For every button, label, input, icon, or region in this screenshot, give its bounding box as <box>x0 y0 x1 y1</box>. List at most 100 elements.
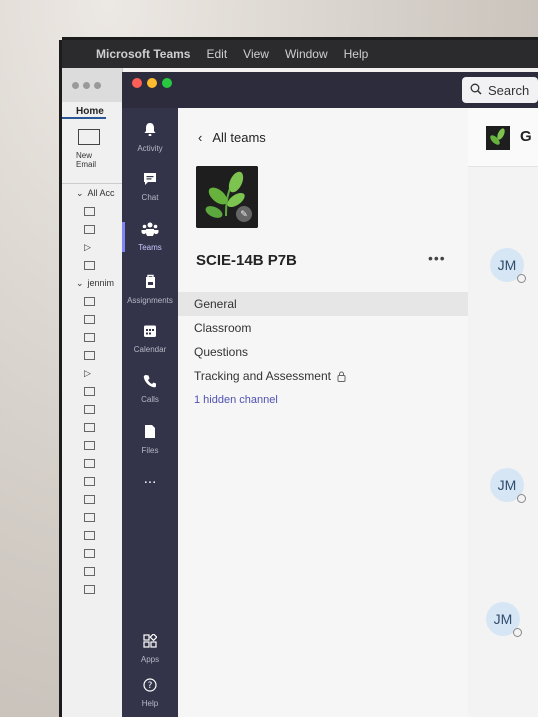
folder-icon <box>84 584 95 594</box>
file-icon <box>144 424 156 443</box>
inbox-icon <box>84 296 95 306</box>
rail-label: Help <box>141 699 159 708</box>
rail-label: Calls <box>141 395 159 404</box>
team-logo-small <box>486 126 510 150</box>
chat-header: G <box>468 108 538 167</box>
folder-row[interactable] <box>62 472 122 490</box>
team-more-options-button[interactable]: ••• <box>428 250 446 266</box>
chat-icon <box>143 172 157 190</box>
folder-icon <box>84 422 95 432</box>
channel-label: Questions <box>194 345 249 359</box>
apps-icon <box>143 632 158 652</box>
rail-label: Assignments <box>127 295 173 305</box>
folder-row[interactable] <box>62 400 122 418</box>
folder-row[interactable] <box>62 310 122 328</box>
trash-icon <box>84 260 95 270</box>
team-avatar[interactable]: ✎ <box>196 166 258 228</box>
menubar-window[interactable]: Window <box>285 47 328 61</box>
channel-list: General Classroom Questions Tracking and… <box>178 292 468 412</box>
folder-all-accounts[interactable]: ⌄ All Acc <box>62 184 122 202</box>
minimize-window-icon[interactable] <box>147 78 157 88</box>
rail-item-chat[interactable]: Chat <box>122 164 178 210</box>
status-icon <box>517 494 526 503</box>
leaf-logo-icon <box>490 128 505 145</box>
status-icon <box>517 274 526 283</box>
window-dot-icon[interactable] <box>83 81 90 89</box>
menubar-view[interactable]: View <box>243 47 269 61</box>
bell-icon <box>143 122 157 141</box>
channel-questions[interactable]: Questions <box>178 340 468 364</box>
menubar-help[interactable]: Help <box>344 47 369 61</box>
folder-row[interactable] <box>62 562 122 580</box>
trash-icon <box>84 386 95 396</box>
outlook-folder-tree: ⌄ All Acc ▷ ⌄ jennim ▷ <box>62 184 122 598</box>
avatar[interactable]: JM <box>490 468 526 503</box>
folder-row[interactable] <box>62 418 122 436</box>
rail-item-apps[interactable]: Apps <box>122 626 178 672</box>
zoom-window-icon[interactable] <box>162 78 172 88</box>
chat-pane: G JM JM JM <box>468 108 538 717</box>
channel-label: Tracking and Assessment <box>194 369 331 383</box>
outlook-window: Home New Email ⌄ All Acc ▷ ⌄ jennim ▷ <box>62 68 123 717</box>
inbox-icon <box>84 206 95 216</box>
search-placeholder: Search <box>488 82 530 98</box>
folder-row[interactable] <box>62 580 122 598</box>
edit-pencil-icon[interactable]: ✎ <box>236 206 252 222</box>
folder-account[interactable]: ⌄ jennim <box>62 274 122 292</box>
laptop-screen: Microsoft Teams Edit View Window Help Ho… <box>62 40 538 717</box>
avatar[interactable]: JM <box>486 602 522 637</box>
menubar-app-name[interactable]: Microsoft Teams <box>96 47 190 61</box>
window-dot-icon[interactable] <box>94 81 101 89</box>
folder-row[interactable] <box>62 202 122 220</box>
folder-row[interactable] <box>62 346 122 364</box>
folder-icon <box>84 566 95 576</box>
folder-row[interactable]: ▷ <box>62 364 122 382</box>
folder-row[interactable] <box>62 508 122 526</box>
rail-item-calendar[interactable]: Calendar <box>122 316 178 362</box>
channel-classroom[interactable]: Classroom <box>178 316 468 340</box>
chevron-left-icon: ‹ <box>198 130 203 145</box>
folder-row[interactable] <box>62 454 122 472</box>
channel-label: General <box>194 297 237 311</box>
window-dot-icon[interactable] <box>72 81 79 89</box>
teams-window: ‹ › Activity Chat Teams <box>122 72 538 717</box>
folder-row[interactable] <box>62 436 122 454</box>
rail-item-assignments[interactable]: Assignments <box>122 266 178 312</box>
team-panel: ‹ All teams ✎ SCIE-14B P7B ••• General C… <box>178 108 469 717</box>
outlook-tab-home[interactable]: Home <box>62 102 106 119</box>
rail-item-teams[interactable]: Teams <box>122 214 178 260</box>
folder-row[interactable] <box>62 256 122 274</box>
channel-tracking-and-assessment[interactable]: Tracking and Assessment <box>178 364 468 388</box>
rail-item-help[interactable]: ? Help <box>122 670 178 716</box>
hidden-channels-link[interactable]: 1 hidden channel <box>178 388 468 412</box>
search-icon <box>470 83 482 98</box>
new-email-button[interactable]: New Email <box>76 151 106 169</box>
folder-row[interactable]: ▷ <box>62 238 122 256</box>
chat-title: G <box>520 128 532 145</box>
rail-item-activity[interactable]: Activity <box>122 114 178 160</box>
drafts-icon <box>84 332 95 342</box>
folder-row[interactable] <box>62 328 122 346</box>
close-window-icon[interactable] <box>132 78 142 88</box>
calendar-icon <box>143 324 157 342</box>
folder-row[interactable] <box>62 292 122 310</box>
rail-item-more[interactable]: ... <box>122 456 178 502</box>
avatar[interactable]: JM <box>490 248 526 283</box>
folder-row[interactable] <box>62 220 122 238</box>
svg-text:?: ? <box>148 681 153 691</box>
avatar-initials: JM <box>497 257 517 273</box>
menubar-edit[interactable]: Edit <box>206 47 227 61</box>
envelope-icon[interactable] <box>78 129 100 145</box>
folder-row[interactable] <box>62 382 122 400</box>
back-label: All teams <box>212 130 266 145</box>
channel-general[interactable]: General <box>178 292 468 316</box>
search-input[interactable]: Search <box>462 77 538 103</box>
status-icon <box>513 628 522 637</box>
folder-row[interactable] <box>62 544 122 562</box>
folder-row[interactable] <box>62 490 122 508</box>
folder-icon <box>84 440 95 450</box>
back-to-all-teams[interactable]: ‹ All teams <box>198 130 266 145</box>
rail-label: Files <box>141 445 159 455</box>
folder-row[interactable] <box>62 526 122 544</box>
rail-item-calls[interactable]: Calls <box>122 366 178 412</box>
